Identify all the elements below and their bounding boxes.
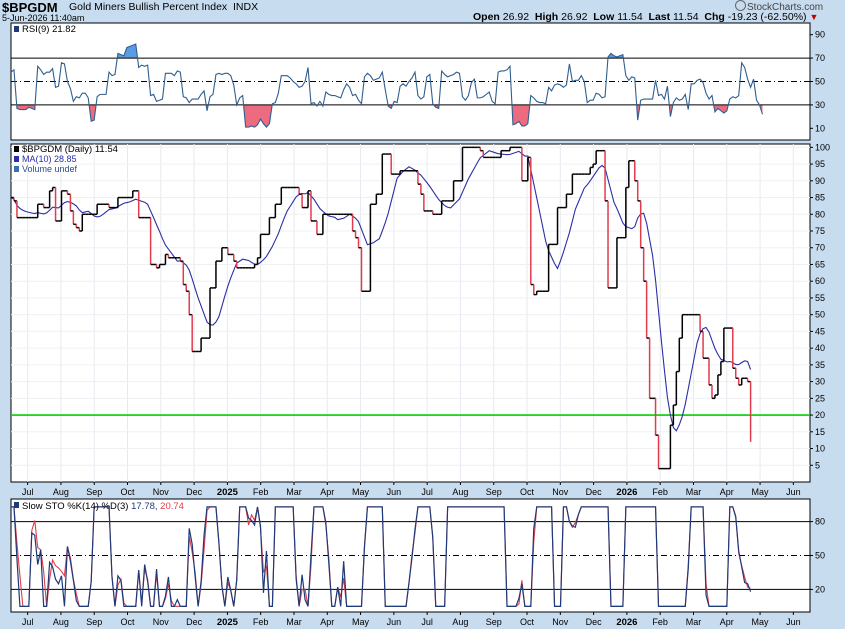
price-panel — [10, 143, 811, 483]
sto-legend-swatch — [14, 502, 19, 508]
price-month-label: Jun — [786, 487, 801, 497]
price-tick-label: 80 — [815, 209, 825, 219]
sto-d-value: 20.74 — [160, 501, 184, 512]
sto-tick-label: 50 — [815, 551, 825, 561]
price-tick-label: 40 — [815, 343, 825, 353]
price-tick-label: 75 — [815, 226, 825, 236]
sto-month-label: Sep — [86, 617, 102, 627]
price-month-label: Jul — [421, 487, 433, 497]
price-month-label: Mar — [686, 487, 702, 497]
sto-month-label: 2025 — [217, 617, 239, 628]
price-tick-label: 60 — [815, 276, 825, 286]
ma-legend-swatch — [14, 156, 19, 162]
price-month-label: May — [752, 487, 770, 497]
sto-month-label: Jul — [421, 617, 433, 627]
price-tick-label: 30 — [815, 377, 825, 387]
price-month-label: Apr — [320, 487, 334, 497]
sto-month-label: Jun — [786, 617, 801, 627]
sto-month-label: Oct — [121, 617, 136, 627]
sto-month-label: Oct — [520, 617, 535, 627]
price-tick-label: 100 — [815, 142, 830, 152]
sto-month-label: Dec — [586, 617, 603, 627]
sto-month-label: Nov — [552, 617, 569, 627]
stock-chart: $BPGDM Gold Miners Bullish Percent Index… — [0, 0, 845, 629]
price-month-label: 2025 — [217, 487, 239, 498]
rsi-tick-label: 10 — [815, 123, 825, 133]
price-month-label: Oct — [121, 487, 136, 497]
price-tick-label: 65 — [815, 259, 825, 269]
price-month-label: Mar — [286, 487, 302, 497]
rsi-tick-label: 70 — [815, 53, 825, 63]
sto-k-value: 17.78, — [131, 501, 160, 512]
price-tick-label: 45 — [815, 326, 825, 336]
price-month-label: Sep — [486, 487, 502, 497]
price-tick-label: 55 — [815, 293, 825, 303]
rsi-legend-label: RSI(9) 21.82 — [22, 24, 76, 35]
sto-month-label: Aug — [452, 617, 468, 627]
sto-month-label: Mar — [286, 617, 302, 627]
sto-month-label: Feb — [253, 617, 269, 627]
price-month-label: Aug — [53, 487, 69, 497]
price-month-label: May — [352, 487, 370, 497]
sto-legend-label: Slow STO %K(14) %D(3) 17.78, 20.74 — [22, 501, 184, 512]
sto-month-label: Dec — [186, 617, 203, 627]
rsi-legend-swatch — [14, 26, 19, 32]
price-tick-label: 95 — [815, 159, 825, 169]
price-tick-label: 70 — [815, 243, 825, 253]
price-month-label: Sep — [86, 487, 102, 497]
price-month-label: Apr — [720, 487, 734, 497]
ma-legend-label: MA(10) 28.85 — [22, 154, 77, 164]
price-month-label: Nov — [153, 487, 170, 497]
sto-month-label: Mar — [686, 617, 702, 627]
sto-month-label: May — [352, 617, 370, 627]
sto-month-label: Apr — [720, 617, 734, 627]
sto-month-label: Jul — [22, 617, 34, 627]
price-tick-label: 20 — [815, 410, 825, 420]
price-tick-label: 85 — [815, 193, 825, 203]
price-month-label: Dec — [586, 487, 603, 497]
volume-legend-label: Volume undef — [22, 164, 78, 174]
price-month-label: Aug — [452, 487, 468, 497]
price-tick-label: 35 — [815, 360, 825, 370]
price-month-label: Jun — [387, 487, 402, 497]
rsi-tick-label: 50 — [815, 77, 825, 87]
sto-tick-label: 80 — [815, 517, 825, 527]
rsi-tick-label: 90 — [815, 30, 825, 40]
sto-month-label: Nov — [153, 617, 170, 627]
sto-month-label: 2026 — [616, 617, 637, 628]
price-tick-label: 25 — [815, 393, 825, 403]
price-legend-swatch — [14, 146, 19, 152]
price-tick-label: 15 — [815, 427, 825, 437]
sto-tick-label: 20 — [815, 584, 825, 594]
price-tick-label: 50 — [815, 310, 825, 320]
price-month-label: Nov — [552, 487, 569, 497]
rsi-tick-label: 30 — [815, 100, 825, 110]
sto-month-label: May — [752, 617, 770, 627]
price-tick-label: 90 — [815, 176, 825, 186]
price-tick-label: 5 — [815, 460, 820, 470]
volume-legend-swatch — [14, 166, 19, 172]
sto-legend-head: Slow STO %K(14) %D(3) — [22, 501, 131, 512]
price-month-label: Oct — [520, 487, 535, 497]
price-tick-label: 10 — [815, 444, 825, 454]
sto-month-label: Feb — [652, 617, 668, 627]
sto-month-label: Apr — [320, 617, 334, 627]
price-month-label: 2026 — [616, 487, 637, 498]
price-month-label: Feb — [652, 487, 668, 497]
sto-month-label: Aug — [53, 617, 69, 627]
price-month-label: Dec — [186, 487, 203, 497]
sto-month-label: Jun — [387, 617, 402, 627]
price-month-label: Feb — [253, 487, 269, 497]
chart-canvas: 1030507090RSI(9) 21.82510152025303540455… — [10, 22, 830, 628]
price-month-label: Jul — [22, 487, 34, 497]
sto-month-label: Sep — [486, 617, 502, 627]
